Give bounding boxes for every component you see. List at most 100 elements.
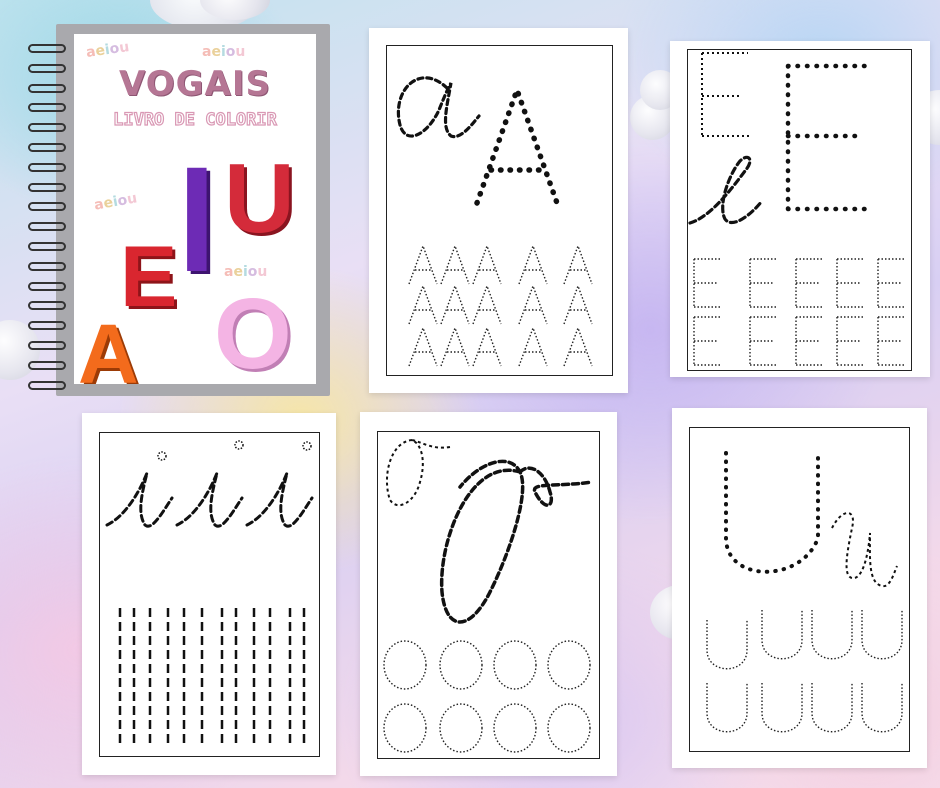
practice-letter-a <box>472 283 502 325</box>
ring-icon <box>28 261 66 271</box>
worksheet-a <box>369 28 628 393</box>
practice-letter-a <box>440 243 470 285</box>
print-u-trace <box>724 451 820 574</box>
ring-icon <box>28 242 66 251</box>
practice-letter-o <box>439 640 483 690</box>
cursive-a-trace <box>396 76 481 139</box>
worksheet-o-tracing <box>383 439 594 753</box>
practice-letter-o <box>493 703 537 753</box>
practice-e-grid <box>693 258 906 366</box>
practice-letter-a <box>563 283 593 325</box>
ring-icon <box>28 162 66 172</box>
practice-letter-e <box>877 316 906 366</box>
letter-a: A <box>78 307 139 384</box>
cursive-u-trace <box>831 512 898 588</box>
print-e-small-path <box>701 52 750 137</box>
worksheet-i <box>82 413 336 775</box>
decor-text: aeiou <box>202 44 245 60</box>
worksheet-a-tracing <box>396 76 593 367</box>
worksheet-e-tracing <box>688 52 906 366</box>
ring-icon <box>28 380 66 390</box>
decor-aeiou: aeiou <box>85 39 130 61</box>
ring-icon <box>28 202 66 212</box>
decor-letter: o <box>225 44 236 60</box>
practice-letter-a <box>472 243 502 285</box>
practice-letter-o <box>547 640 591 690</box>
practice-letter-o <box>383 640 427 690</box>
ring-icon <box>28 321 66 331</box>
print-a-path <box>474 81 560 206</box>
cursive-i-trace <box>105 440 314 528</box>
book-cover: aeiou aeiou aeiou aeiou VOGAIS LIVRO DE … <box>74 34 316 384</box>
practice-letter-e <box>749 258 778 308</box>
decor-aeiou: aeiou <box>93 190 138 213</box>
practice-letter-a <box>408 243 438 285</box>
practice-letter-o <box>383 703 427 753</box>
worksheet-u <box>672 408 927 768</box>
ring-icon <box>28 63 66 73</box>
practice-letter-e <box>877 258 906 308</box>
decor-text: aeiou <box>85 39 130 61</box>
cursive-o-trace <box>439 459 594 624</box>
practice-letter-u <box>761 683 803 733</box>
practice-letter-a <box>518 283 548 325</box>
decor-letter: u <box>235 44 246 60</box>
practice-letter-e <box>795 258 824 308</box>
practice-letter-e <box>749 316 778 366</box>
ring-icon <box>28 123 66 133</box>
practice-letter-u <box>861 610 903 660</box>
practice-o-grid <box>383 640 591 753</box>
practice-letter-a <box>563 325 593 367</box>
ring-icon <box>28 222 66 232</box>
decor-letter: u <box>125 190 139 208</box>
book-title: VOGAIS <box>119 64 271 104</box>
worksheet-o <box>360 412 617 776</box>
practice-letter-e <box>836 258 865 308</box>
practice-letter-a <box>472 325 502 367</box>
practice-letter-o <box>439 703 483 753</box>
practice-letter-a <box>440 283 470 325</box>
practice-letter-e <box>836 316 865 366</box>
practice-letter-u <box>811 683 853 733</box>
decor-aeiou: aeiou <box>202 44 245 60</box>
print-e-path <box>785 63 873 212</box>
letter-i: I <box>178 135 216 303</box>
letter-o: O <box>214 278 292 384</box>
practice-letter-o <box>493 640 537 690</box>
practice-u-grid <box>706 610 903 733</box>
practice-i-lines <box>118 608 306 746</box>
print-a-trace <box>474 81 560 206</box>
decor-letter: e <box>211 44 221 60</box>
practice-letter-e <box>795 316 824 366</box>
practice-letter-a <box>408 325 438 367</box>
practice-letter-a <box>518 243 548 285</box>
practice-letter-a <box>440 325 470 367</box>
cursive-e-trace <box>688 155 764 225</box>
decor-letter: u <box>118 39 131 57</box>
decor-text: aeiou <box>93 190 138 213</box>
practice-letter-u <box>706 620 748 670</box>
practice-letter-a <box>518 325 548 367</box>
ring-icon <box>28 281 66 291</box>
ring-icon <box>28 103 66 113</box>
ring-icon <box>28 143 66 152</box>
cursive-i-path <box>105 472 174 528</box>
print-e-trace <box>785 63 873 212</box>
practice-letter-u <box>706 683 748 733</box>
ring-icon <box>28 360 66 370</box>
worksheet-i-tracing <box>105 440 314 746</box>
practice-letter-e <box>693 258 722 308</box>
letter-u: U <box>224 143 295 253</box>
i-dot <box>302 441 312 451</box>
cursive-i-path <box>175 472 244 528</box>
ring-icon <box>28 182 66 192</box>
practice-letter-u <box>861 683 903 733</box>
cursive-i-path <box>245 472 314 528</box>
worksheet-u-tracing <box>706 451 903 733</box>
practice-letter-a <box>563 243 593 285</box>
i-dot <box>234 440 244 450</box>
practice-letter-u <box>811 610 853 660</box>
book-subtitle: LIVRO DE COLORIR <box>113 109 278 130</box>
ring-icon <box>28 341 66 350</box>
ring-icon <box>28 83 66 93</box>
